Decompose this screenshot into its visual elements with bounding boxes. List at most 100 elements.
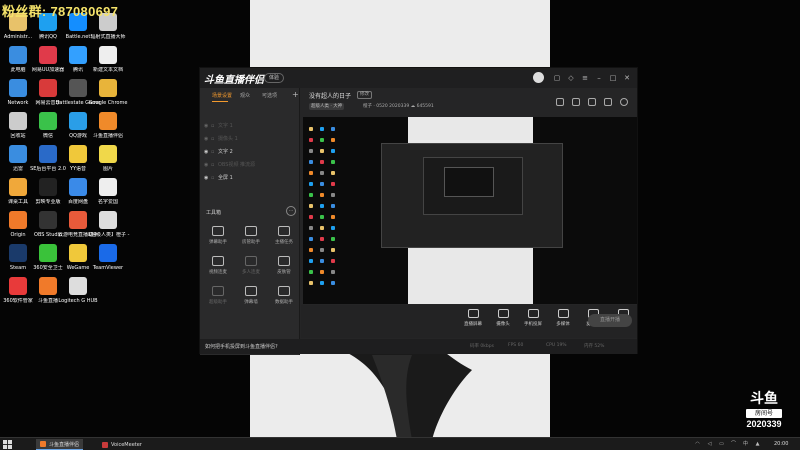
bottom-button[interactable]: 多媒体 [549, 309, 577, 327]
layout-icon[interactable] [556, 98, 564, 106]
mini-icon [331, 215, 335, 219]
mini-icon [320, 204, 324, 208]
tool-button[interactable]: 主播任务 [270, 226, 298, 245]
mini-icon [309, 171, 313, 175]
tool-label: 弹幕助手 [209, 240, 227, 245]
tool-icon [245, 286, 257, 296]
battery-icon[interactable]: ▭ [718, 441, 725, 448]
menu-icon[interactable]: ≡ [580, 73, 590, 83]
streaming-app-window[interactable]: 斗鱼直播伴侣 体验 ▢ ◇ ≡ – □ ✕ 场景设置 观众 可选项 + ◉ ▫ 文字… [199, 67, 638, 355]
app-icon [39, 244, 57, 262]
mini-icon [309, 204, 313, 208]
eye-icon[interactable]: ◉ [204, 136, 211, 142]
tool-button[interactable]: 房管助手 [237, 226, 265, 245]
eye-icon[interactable]: ◉ [204, 162, 211, 168]
source-item[interactable]: ◉ ▫ OBS视频 推流源 [204, 159, 296, 170]
source-item[interactable]: ◉ ▫ 文字 1 [204, 120, 296, 131]
desktop-icon-label: Google Chrome [88, 100, 128, 106]
desktop-icon[interactable]: 【超级人类】橙子 - 052... [86, 211, 130, 238]
maximize-icon[interactable]: □ [608, 73, 618, 83]
taskbar-app[interactable]: VoiceMeeter [98, 439, 146, 450]
desktop-icon[interactable]: TeamViewer [88, 244, 128, 271]
source-item[interactable]: ◉ ▫ 全屏 1 [204, 172, 296, 183]
eye-icon[interactable]: ◉ [204, 123, 211, 129]
mini-icon [320, 149, 324, 153]
category-tag[interactable]: 超级人类 · 大神 [309, 103, 345, 110]
tool-label: 弹幕墙 [244, 300, 258, 305]
lock-icon[interactable]: ▫ [211, 123, 218, 129]
edit-title-button[interactable]: 修改 [357, 91, 372, 99]
desktop: Administr... 腾讯QQ Battle.net 辐射式直播大师 此电脑 网易UU… [0, 0, 800, 437]
lock-icon[interactable]: ▫ [211, 162, 218, 168]
tool-button[interactable]: 弹幕助手 [204, 226, 232, 245]
tool-button[interactable]: 超级助手 [204, 286, 232, 305]
start-live-button[interactable]: 直播开播 [588, 314, 632, 327]
bottom-button[interactable]: 摄像头 [489, 309, 517, 327]
tool-button[interactable]: 皮肤管 [270, 256, 298, 275]
bottom-button[interactable]: 手机投屏 [519, 309, 547, 327]
bell-icon[interactable] [604, 98, 612, 106]
app-icon [9, 79, 27, 97]
tool-button[interactable]: 视频连麦 [204, 256, 232, 275]
lock-icon[interactable]: ▫ [211, 175, 218, 181]
close-icon[interactable]: ✕ [622, 73, 632, 83]
toolbox-settings-icon[interactable]: ··· [286, 206, 296, 216]
stat-item: 内存 52% [584, 344, 605, 349]
lock-icon[interactable]: ▫ [211, 149, 218, 155]
tab-scene-settings[interactable]: 场景设置 [212, 92, 232, 99]
eye-icon[interactable]: ◉ [204, 149, 211, 155]
message-icon[interactable]: ▢ [552, 73, 562, 83]
eye-icon[interactable]: ◉ [204, 175, 211, 181]
tool-button[interactable]: 数据助手 [270, 286, 298, 305]
app-logo: 斗鱼直播伴侣 [204, 75, 264, 86]
tool-button[interactable]: 弹幕墙 [237, 286, 265, 305]
stream-preview[interactable] [303, 117, 637, 304]
windows-start-icon[interactable] [3, 440, 12, 449]
share-icon[interactable] [620, 98, 628, 106]
add-scene-icon[interactable]: + [292, 90, 299, 99]
desktop-icon[interactable]: 新建文本文档 [88, 46, 128, 73]
app-icon [69, 79, 87, 97]
lock-icon[interactable] [572, 98, 580, 106]
source-item[interactable]: ◉ ▫ 文字 2 [204, 146, 296, 157]
app-icon [9, 112, 27, 130]
screen-icon[interactable] [588, 98, 596, 106]
version-badge[interactable]: 体验 [264, 73, 285, 83]
nested-preview-innermost [444, 167, 494, 197]
taskbar-app[interactable]: 斗鱼直播伴侣 [36, 439, 84, 450]
desktop-icon[interactable]: 斗鱼直播伴侣 [88, 112, 128, 139]
tool-button[interactable]: 多人连麦 [237, 256, 265, 275]
bottom-button-label: 直播屏幕 [464, 322, 482, 327]
source-item[interactable]: ◉ ▫ 摄像头 1 [204, 133, 296, 144]
lock-icon[interactable]: ▫ [211, 136, 218, 142]
tab-audience[interactable]: 观众 [240, 92, 250, 99]
ime-icon[interactable]: 中 [742, 441, 749, 448]
bottom-button-label: 多媒体 [556, 322, 570, 327]
avatar[interactable] [533, 72, 544, 83]
mini-icon [331, 204, 335, 208]
minimize-icon[interactable]: – [594, 73, 604, 83]
desktop-icon[interactable]: 图片 [88, 145, 128, 172]
mini-icon [320, 138, 324, 142]
tool-icon [278, 256, 290, 266]
volume-icon[interactable]: ◁ [706, 441, 713, 448]
bottom-button-icon [497, 309, 509, 318]
clock[interactable]: 20:00 [774, 441, 788, 447]
tab-options[interactable]: 可选项 [262, 92, 277, 99]
source-label: 文字 2 [218, 149, 233, 155]
stat-item: CPU 19% [546, 343, 567, 348]
wifi-icon[interactable]: ⌒ [730, 441, 737, 448]
desktop-icon[interactable]: 名字爱国 [88, 178, 128, 205]
help-tip-link[interactable]: 如何把手机投屏到斗鱼直播伴侣? [205, 343, 278, 350]
tray-icon[interactable]: ▲ [754, 441, 761, 448]
app-titlebar[interactable]: 斗鱼直播伴侣 体验 ▢ ◇ ≡ – □ ✕ [200, 68, 637, 88]
mini-icon [309, 193, 313, 197]
tool-label: 超级助手 [209, 300, 227, 305]
bottom-button[interactable]: 直播屏幕 [459, 309, 487, 327]
network-icon[interactable]: ◠ [694, 441, 701, 448]
desktop-icon[interactable]: Logitech G HUB [58, 277, 98, 304]
desktop-icon[interactable]: Google Chrome [88, 79, 128, 106]
app-icon [69, 277, 87, 295]
gift-icon[interactable]: ◇ [566, 73, 576, 83]
desktop-icon-label: Logitech G HUB [58, 298, 98, 304]
